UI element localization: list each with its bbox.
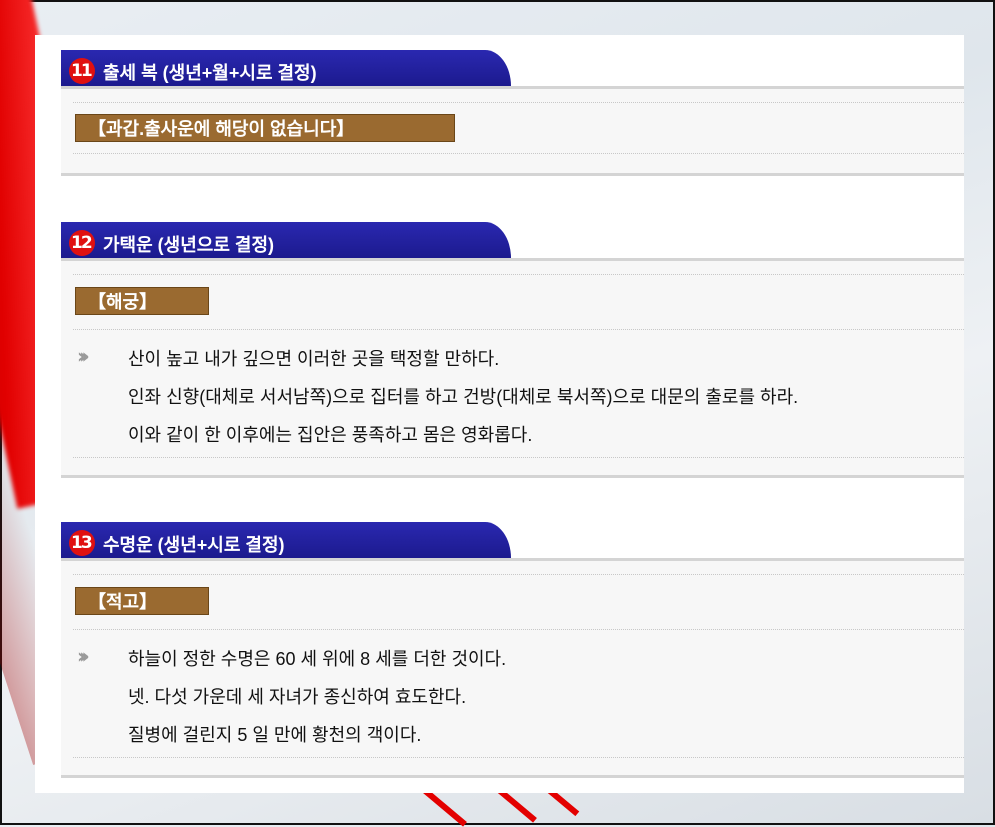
dotted-divider — [73, 457, 964, 458]
dotted-divider — [73, 274, 964, 275]
description-line: 하늘이 정한 수명은 60 세 위에 8 세를 더한 것이다. — [128, 649, 507, 669]
dotted-divider — [73, 574, 964, 575]
description-line: 산이 높고 내가 깊으면 이러한 곳을 택정할 만하다. — [128, 349, 500, 369]
result-tag: 【과갑.출사운에 해당이 없습니다】 — [75, 114, 455, 142]
dotted-divider — [73, 102, 964, 103]
section-header: 11 출세 복 (생년+월+시로 결정) — [61, 50, 964, 89]
section-house-luck: 12 가택운 (생년으로 결정) 【해궁】 ››› 산이 높고 내가 깊으면 이… — [61, 222, 964, 478]
description-line: 인좌 신향(대체로 서서남쪽)으로 집터를 하고 건방(대체로 북서쪽)으로 대… — [128, 387, 799, 407]
description-line: 질병에 걸린지 5 일 만에 황천의 객이다. — [128, 725, 422, 745]
double-chevron-right-icon: ››› — [77, 644, 90, 668]
section-header-tab: 12 가택운 (생년으로 결정) — [61, 222, 511, 258]
section-number-badge: 12 — [69, 230, 95, 256]
section-title: 가택운 (생년으로 결정) — [103, 235, 275, 255]
section-body: 【해궁】 ››› 산이 높고 내가 깊으면 이러한 곳을 택정할 만하다. 인좌… — [61, 261, 964, 478]
description-line: 이와 같이 한 이후에는 집안은 풍족하고 몸은 영화롭다. — [128, 425, 533, 445]
section-header: 12 가택운 (생년으로 결정) — [61, 222, 964, 261]
section-career-luck: 11 출세 복 (생년+월+시로 결정) 【과갑.출사운에 해당이 없습니다】 — [61, 50, 964, 176]
section-header: 13 수명운 (생년+시로 결정) — [61, 522, 964, 561]
section-body: 【과갑.출사운에 해당이 없습니다】 — [61, 89, 964, 176]
result-tag: 【해궁】 — [75, 287, 209, 315]
section-number-badge: 13 — [69, 530, 95, 556]
result-tag: 【적고】 — [75, 587, 209, 615]
content-panel: 11 출세 복 (생년+월+시로 결정) 【과갑.출사운에 해당이 없습니다】 … — [35, 35, 964, 793]
dotted-divider — [73, 629, 964, 630]
dotted-divider — [73, 757, 964, 758]
section-number-badge: 11 — [69, 58, 95, 84]
section-body: 【적고】 ››› 하늘이 정한 수명은 60 세 위에 8 세를 더한 것이다.… — [61, 561, 964, 778]
description-line: 넷. 다섯 가운데 세 자녀가 종신하여 효도한다. — [128, 687, 467, 707]
double-chevron-right-icon: ››› — [77, 344, 90, 368]
dotted-divider — [73, 329, 964, 330]
section-lifespan-luck: 13 수명운 (생년+시로 결정) 【적고】 ››› 하늘이 정한 수명은 60… — [61, 522, 964, 778]
section-header-tab: 11 출세 복 (생년+월+시로 결정) — [61, 50, 511, 86]
section-title: 수명운 (생년+시로 결정) — [103, 535, 285, 555]
section-title: 출세 복 (생년+월+시로 결정) — [103, 63, 317, 83]
section-header-tab: 13 수명운 (생년+시로 결정) — [61, 522, 511, 558]
dotted-divider — [73, 153, 964, 154]
